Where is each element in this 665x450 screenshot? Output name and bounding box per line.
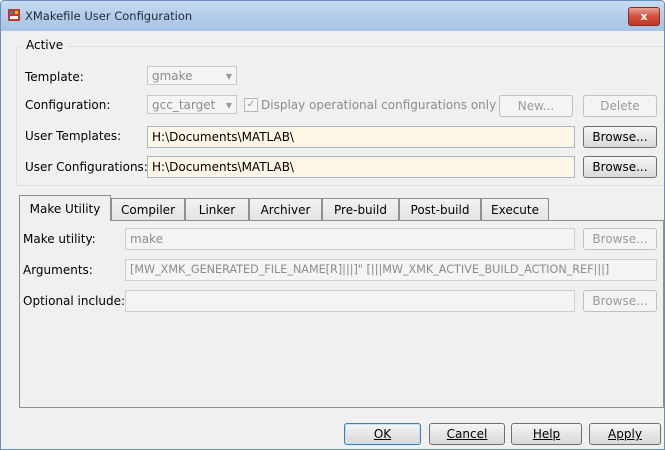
configuration-label: Configuration: — [25, 98, 111, 112]
new-button[interactable]: New... — [499, 95, 573, 117]
configuration-select[interactable]: gcc_target ▼ — [147, 95, 237, 114]
close-button[interactable]: x — [628, 7, 660, 26]
browse-optional-include-button[interactable]: Browse... — [583, 290, 657, 312]
help-button[interactable]: Help — [511, 423, 582, 445]
delete-button[interactable]: Delete — [583, 95, 657, 117]
tab-make-utility[interactable]: Make Utility — [19, 195, 111, 221]
template-value: gmake — [152, 69, 193, 83]
user-configurations-field[interactable]: H:\Documents\MATLAB\ — [147, 156, 575, 178]
apply-label: Apply — [608, 427, 642, 441]
ok-label: OK — [373, 427, 392, 441]
cancel-label: Cancel — [446, 427, 488, 441]
tab-linker[interactable]: Linker — [185, 198, 249, 220]
display-operational-checkbox[interactable]: ✓ — [244, 98, 258, 112]
browse-user-templates-button[interactable]: Browse... — [583, 126, 657, 148]
dialog-window: XMakefile User Configuration x Active Te… — [0, 0, 665, 450]
user-templates-field[interactable]: H:\Documents\MATLAB\ — [147, 126, 575, 148]
arguments-label: Arguments: — [23, 263, 93, 277]
chevron-down-icon: ▼ — [225, 72, 232, 81]
browse-user-configurations-button[interactable]: Browse... — [583, 156, 657, 178]
matlab-simulink-icon — [8, 9, 20, 21]
tab-post-build[interactable]: Post-build — [399, 198, 481, 220]
apply-button[interactable]: Apply — [589, 423, 661, 445]
tab-pre-build[interactable]: Pre-build — [322, 198, 399, 220]
optional-include-label: Optional include: — [23, 294, 126, 308]
help-label: Help — [532, 427, 561, 441]
make-utility-field[interactable]: make — [125, 228, 575, 250]
user-templates-label: User Templates: — [25, 129, 122, 143]
title-bar[interactable]: XMakefile User Configuration x — [1, 1, 664, 31]
template-label: Template: — [25, 70, 84, 84]
active-group-title: Active — [22, 38, 68, 52]
ok-button[interactable]: OK — [344, 423, 421, 445]
optional-include-field[interactable] — [125, 290, 575, 312]
display-operational-label: Display operational configurations only — [261, 98, 497, 112]
tab-archiver[interactable]: Archiver — [249, 198, 322, 220]
browse-make-utility-button[interactable]: Browse... — [583, 228, 657, 250]
checkmark-icon: ✓ — [246, 99, 256, 110]
window-title: XMakefile User Configuration — [25, 9, 193, 23]
arguments-field[interactable]: [MW_XMK_GENERATED_FILE_NAME[R]|||]" [|||… — [125, 259, 657, 281]
chevron-down-icon: ▼ — [225, 101, 232, 110]
make-utility-label: Make utility: — [23, 232, 96, 246]
configuration-value: gcc_target — [152, 98, 216, 112]
template-select[interactable]: gmake ▼ — [147, 66, 237, 85]
user-configurations-label: User Configurations: — [25, 160, 148, 174]
tab-compiler[interactable]: Compiler — [111, 198, 185, 220]
cancel-button[interactable]: Cancel — [429, 423, 505, 445]
tab-execute[interactable]: Execute — [481, 198, 549, 220]
